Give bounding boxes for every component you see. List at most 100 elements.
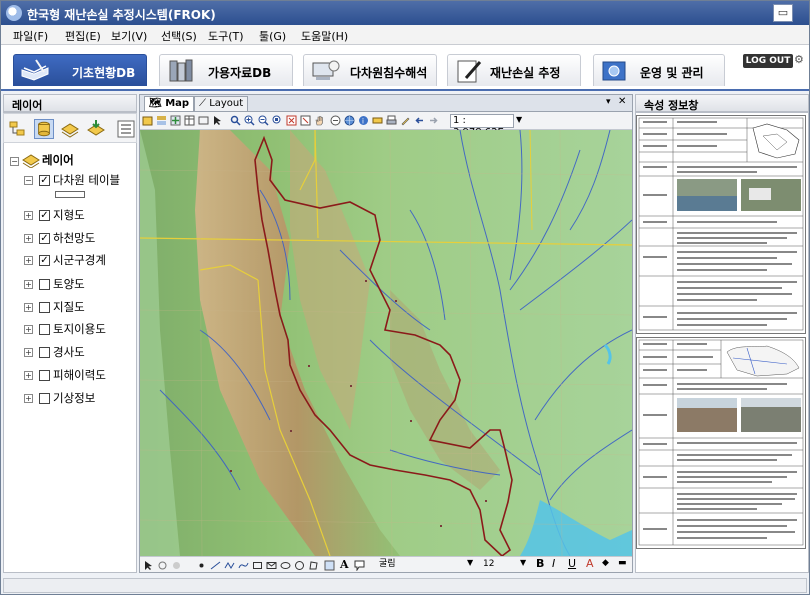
line-color-icon[interactable]: ▬ [618, 558, 627, 568]
layer-checkbox[interactable] [39, 302, 50, 313]
layer-label[interactable]: 하천망도 [53, 230, 95, 246]
gear-icon[interactable]: ⚙ [794, 53, 804, 66]
layer-checkbox[interactable] [39, 347, 50, 358]
add-layer-icon[interactable] [86, 119, 106, 139]
menu-edit[interactable]: 편집(E) [65, 28, 101, 44]
font-size-dropdown-icon[interactable]: ▼ [520, 558, 526, 567]
tree-expand-item[interactable]: + [24, 256, 33, 265]
select-arrow-icon[interactable] [212, 115, 223, 126]
frame-icon[interactable] [198, 115, 209, 126]
curve-icon[interactable] [238, 560, 249, 571]
back-arrow-icon[interactable] [414, 115, 425, 126]
open-layer-icon[interactable] [142, 115, 153, 126]
restore-window-button[interactable]: ▭ [773, 4, 793, 22]
layer-checkbox[interactable]: ✓ [39, 233, 50, 244]
draw-select-icon[interactable] [143, 560, 154, 571]
add-data-icon[interactable] [170, 115, 181, 126]
layer-label[interactable]: 토지이용도 [53, 321, 106, 337]
menu-tools[interactable]: 도구(T) [208, 28, 244, 44]
layer-label[interactable]: 피해이력도 [53, 367, 106, 383]
layer-label[interactable]: 경사도 [53, 344, 85, 360]
database-icon[interactable] [34, 119, 54, 139]
font-name-select[interactable]: 굴림 [376, 558, 456, 572]
circle-icon[interactable] [294, 560, 305, 571]
tree-expand-item[interactable]: + [24, 325, 33, 334]
layer-checkbox[interactable] [39, 324, 50, 335]
fill-color-icon[interactable]: ◆ [602, 558, 609, 568]
zoom-scale-icon[interactable] [330, 115, 341, 126]
callout-icon[interactable] [354, 560, 365, 571]
rectangle-icon[interactable] [252, 560, 263, 571]
menu-file[interactable]: 파일(F) [13, 28, 48, 44]
edit-icon[interactable] [400, 115, 411, 126]
tree-collapse-item[interactable]: − [24, 176, 33, 185]
layer-label[interactable]: 지형도 [53, 207, 85, 223]
layer-label[interactable]: 기상정보 [53, 390, 95, 406]
tree-expand-item[interactable]: + [24, 371, 33, 380]
menu-g[interactable]: 툴(G) [259, 28, 286, 44]
tab-map[interactable]: 🗺 Map [144, 96, 195, 111]
tree-expand-item[interactable]: + [24, 348, 33, 357]
point-icon[interactable] [196, 560, 207, 571]
italic-icon[interactable]: I [552, 557, 555, 570]
layer-label[interactable]: 시군구경계 [53, 252, 106, 268]
menu-select[interactable]: 선택(S) [161, 28, 197, 44]
envelope-icon[interactable] [266, 560, 277, 571]
tree-expand-item[interactable]: + [24, 303, 33, 312]
layer-checkbox[interactable] [39, 370, 50, 381]
table-icon[interactable] [184, 115, 195, 126]
layer-stack-icon[interactable] [156, 115, 167, 126]
font-color-icon[interactable]: A [586, 557, 594, 570]
zoom-window-icon[interactable] [272, 115, 283, 126]
ellipse-icon[interactable] [280, 560, 291, 571]
layer-checkbox[interactable]: ✓ [39, 175, 50, 186]
tree-expand-item[interactable]: + [24, 280, 33, 289]
tree-expand-item[interactable]: + [24, 211, 33, 220]
layer-label[interactable]: 다차원 테이블 [53, 172, 120, 188]
measure-icon[interactable] [372, 115, 383, 126]
text-tool-icon[interactable]: A [340, 558, 349, 571]
layer-checkbox[interactable] [39, 279, 50, 290]
tree-expand-item[interactable]: + [24, 234, 33, 243]
search-icon[interactable] [230, 115, 241, 126]
pane-menu-icon[interactable]: ▾ [606, 97, 611, 107]
picture-icon[interactable] [324, 560, 335, 571]
zoom-in-icon[interactable] [244, 115, 255, 126]
scale-dropdown-icon[interactable]: ▼ [516, 115, 522, 124]
pan-icon[interactable] [171, 560, 182, 571]
tree-expand-item[interactable]: + [24, 394, 33, 403]
underline-icon[interactable]: U [568, 557, 576, 570]
menu-view[interactable]: 보기(V) [111, 28, 147, 44]
zoom-out-icon[interactable] [258, 115, 269, 126]
map-canvas[interactable] [140, 130, 632, 556]
layer-checkbox[interactable]: ✓ [39, 255, 50, 266]
layers-icon[interactable] [60, 119, 80, 139]
layer-tree-icon[interactable] [8, 119, 28, 139]
list-view-icon[interactable] [116, 119, 136, 139]
layer-label[interactable]: 토양도 [53, 276, 85, 292]
tab-flood-analysis[interactable]: 다차원침수해석 [303, 54, 437, 86]
pan-hand-icon[interactable] [314, 115, 325, 126]
globe-icon[interactable] [344, 115, 355, 126]
scale-input[interactable]: 1 : 3,978,62E [450, 114, 514, 138]
layer-checkbox[interactable] [39, 393, 50, 404]
pane-close-icon[interactable]: ✕ [618, 96, 626, 107]
polyline-icon[interactable] [224, 560, 235, 571]
tab-basic-db[interactable]: 기초현황DB [13, 54, 147, 86]
clear-icon[interactable] [300, 115, 311, 126]
font-size-select[interactable]: 12 [480, 558, 510, 572]
tab-operation[interactable]: 운영 및 관리 [593, 54, 725, 86]
line-icon[interactable] [210, 560, 221, 571]
tab-layout[interactable]: ⟋ Layout [194, 96, 249, 111]
full-extent-icon[interactable] [286, 115, 297, 126]
bold-icon[interactable]: B [536, 557, 544, 570]
forward-arrow-icon[interactable] [428, 115, 439, 126]
tab-available-db[interactable]: 가용자료DB [159, 54, 293, 86]
identify-icon[interactable]: i [358, 115, 369, 126]
layer-label[interactable]: 지질도 [53, 299, 85, 315]
polygon-icon[interactable] [308, 560, 319, 571]
tab-loss-estimation[interactable]: 재난손실 추정 [447, 54, 581, 86]
tree-collapse-root[interactable]: − [10, 157, 19, 166]
menu-help[interactable]: 도움말(H) [301, 28, 348, 44]
font-name-dropdown-icon[interactable]: ▼ [467, 558, 473, 567]
